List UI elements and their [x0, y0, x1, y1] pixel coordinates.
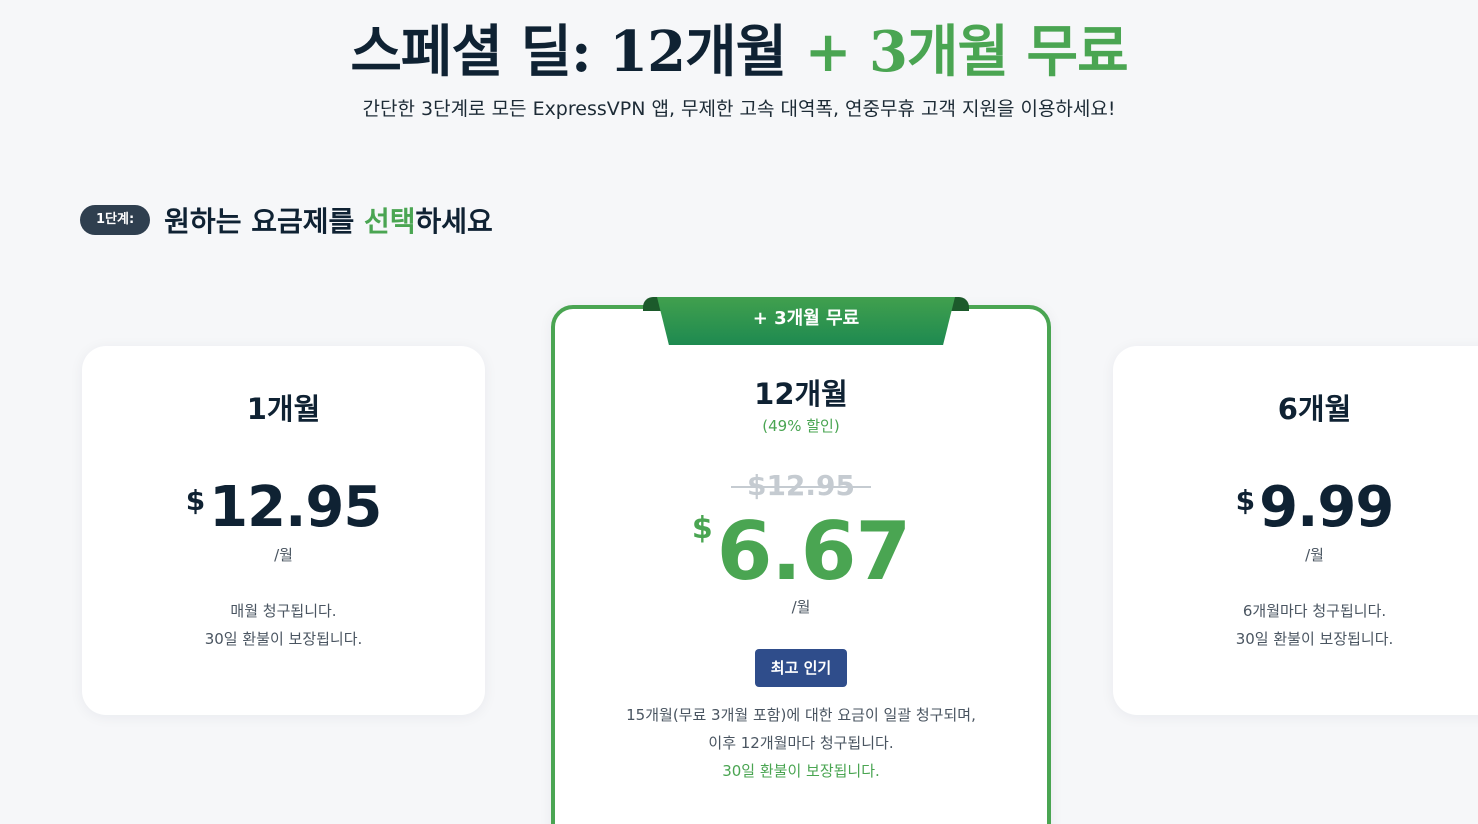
original-price: $12.95: [555, 469, 1047, 502]
hero-title-accent: + 3개월 무료: [804, 19, 1129, 85]
refund-note-line: 30일 환불이 보장됩니다.: [722, 762, 880, 780]
price-amount: 12.95: [209, 475, 382, 540]
step-header: 1단계: 원하는 요금제를 선택하세요: [80, 200, 493, 240]
billing-note-line: 15개월(무료 3개월 포함)에 대한 요금이 일괄 청구되며,: [626, 706, 976, 724]
discount-label: (49% 할인): [762, 417, 840, 435]
price-period: /월: [1305, 546, 1324, 564]
billing-note: 6개월마다 청구됩니다. 30일 환불이 보장됩니다.: [1113, 597, 1478, 653]
price: $ 9.99: [1113, 474, 1478, 542]
plan-card-12-months[interactable]: + 3개월 무료 12개월 (49% 할인) $12.95 $ 6.67 /월 …: [551, 297, 1051, 824]
currency-symbol: $: [691, 511, 713, 546]
billing-note: 매월 청구됩니다. 30일 환불이 보장됩니다.: [82, 597, 485, 653]
refund-note-line: 30일 환불이 보장됩니다.: [1235, 630, 1394, 648]
plan-name: 6개월: [1277, 392, 1352, 426]
refund-note-line: 30일 환불이 보장됩니다.: [204, 630, 363, 648]
plan-name: 12개월: [754, 377, 848, 411]
price: $ 12.95: [82, 474, 485, 542]
billing-note-line: 매월 청구됩니다.: [230, 602, 337, 620]
billing-note-line: 6개월마다 청구됩니다.: [1242, 602, 1387, 620]
step-title: 원하는 요금제를 선택하세요: [164, 200, 493, 240]
price-amount: 9.99: [1259, 475, 1394, 540]
step-title-accent: 선택: [364, 205, 416, 238]
step-title-pre: 원하는 요금제를: [164, 205, 364, 238]
price-period: /월: [274, 546, 293, 564]
step-badge: 1단계:: [80, 205, 151, 235]
most-popular-badge: 최고 인기: [755, 649, 847, 687]
price: $ 6.67: [555, 509, 1047, 595]
plan-card-6-months[interactable]: 6개월 $ 9.99 /월 6개월마다 청구됩니다. 30일 환불이 보장됩니다…: [1113, 346, 1478, 715]
price-amount: 6.67: [716, 505, 911, 598]
hero-subtitle: 간단한 3단계로 모든 ExpressVPN 앱, 무제한 고속 대역폭, 연중…: [362, 98, 1116, 120]
billing-note-line-2: 이후 12개월마다 청구됩니다.: [708, 734, 894, 752]
hero-title-main: 스페셜 딜: 12개월: [350, 19, 805, 85]
free-months-ribbon: + 3개월 무료: [643, 297, 969, 349]
plan-card-1-month[interactable]: 1개월 $ 12.95 /월 매월 청구됩니다. 30일 환불이 보장됩니다.: [82, 346, 485, 715]
currency-symbol: $: [185, 484, 206, 517]
billing-note: 15개월(무료 3개월 포함)에 대한 요금이 일괄 청구되며, 이후 12개월…: [555, 701, 1047, 785]
step-title-post: 하세요: [415, 205, 493, 238]
original-price-value: $12.95: [730, 469, 872, 502]
ribbon-label: + 3개월 무료: [657, 297, 955, 345]
hero-title: 스페셜 딜: 12개월 + 3개월 무료: [0, 14, 1478, 90]
currency-symbol: $: [1235, 484, 1256, 517]
plan-name: 1개월: [246, 392, 321, 426]
price-period: /월: [791, 598, 811, 616]
page: 스페셜 딜: 12개월 + 3개월 무료 간단한 3단계로 모든 Express…: [0, 0, 1478, 824]
